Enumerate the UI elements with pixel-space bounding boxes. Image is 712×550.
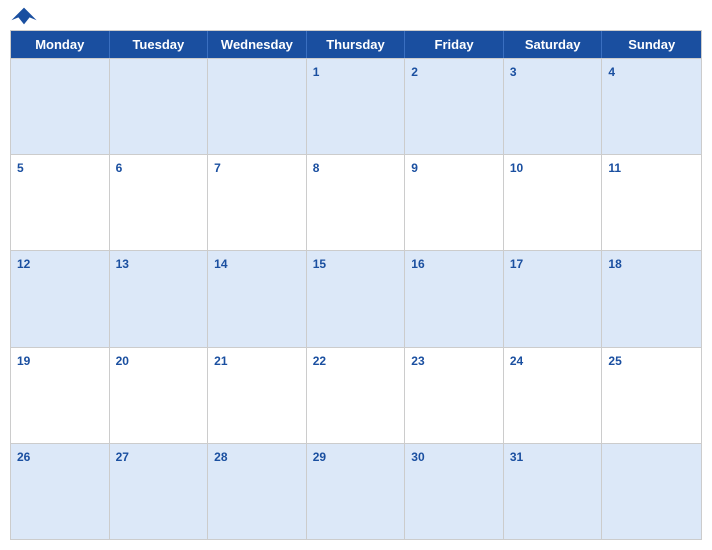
day-number: 6 [116,161,123,175]
day-cell [208,59,307,154]
day-cell: 13 [110,251,209,346]
day-number: 18 [608,257,621,271]
day-cell [110,59,209,154]
day-number: 2 [411,65,418,79]
day-cell: 14 [208,251,307,346]
day-number: 24 [510,354,523,368]
day-number: 4 [608,65,615,79]
day-number: 28 [214,450,227,464]
day-number: 21 [214,354,227,368]
day-number: 20 [116,354,129,368]
day-cell: 8 [307,155,406,250]
day-cell: 20 [110,348,209,443]
day-number: 16 [411,257,424,271]
day-number: 31 [510,450,523,464]
week-row-5: 26 27 28 29 30 31 [11,443,701,539]
week-row-2: 5 6 7 8 9 10 11 [11,154,701,250]
day-cell: 10 [504,155,603,250]
day-cell: 15 [307,251,406,346]
day-cell: 7 [208,155,307,250]
day-cell: 2 [405,59,504,154]
day-cell: 21 [208,348,307,443]
logo-bird-icon [10,6,38,26]
calendar-header [10,10,702,22]
day-cell: 5 [11,155,110,250]
day-number: 8 [313,161,320,175]
day-cell: 25 [602,348,701,443]
day-header-friday: Friday [405,31,504,58]
day-number: 22 [313,354,326,368]
day-cell: 27 [110,444,209,539]
day-header-sunday: Sunday [602,31,701,58]
day-cell: 26 [11,444,110,539]
day-number: 7 [214,161,221,175]
day-cell [602,444,701,539]
logo [10,6,38,26]
day-number: 13 [116,257,129,271]
day-header-monday: Monday [11,31,110,58]
day-number: 27 [116,450,129,464]
day-cell: 28 [208,444,307,539]
day-cell: 17 [504,251,603,346]
day-header-thursday: Thursday [307,31,406,58]
day-cell [11,59,110,154]
weeks-container: 1234567891011121314151617181920212223242… [11,58,701,539]
day-cell: 18 [602,251,701,346]
calendar: MondayTuesdayWednesdayThursdayFridaySatu… [10,30,702,540]
week-row-3: 12 13 14 15 16 17 18 [11,250,701,346]
day-cell: 4 [602,59,701,154]
day-headers-row: MondayTuesdayWednesdayThursdayFridaySatu… [11,31,701,58]
day-number: 10 [510,161,523,175]
day-cell: 9 [405,155,504,250]
week-row-4: 19 20 21 22 23 24 25 [11,347,701,443]
day-cell: 6 [110,155,209,250]
week-row-1: 1 2 3 4 [11,58,701,154]
day-cell: 12 [11,251,110,346]
day-header-saturday: Saturday [504,31,603,58]
day-cell: 31 [504,444,603,539]
day-number: 11 [608,161,621,175]
day-number: 15 [313,257,326,271]
day-number: 17 [510,257,523,271]
day-number: 26 [17,450,30,464]
day-cell: 16 [405,251,504,346]
day-number: 25 [608,354,621,368]
day-number: 29 [313,450,326,464]
day-header-wednesday: Wednesday [208,31,307,58]
day-cell: 19 [11,348,110,443]
day-cell: 11 [602,155,701,250]
day-number: 12 [17,257,30,271]
day-number: 14 [214,257,227,271]
day-number: 30 [411,450,424,464]
day-cell: 23 [405,348,504,443]
day-cell: 24 [504,348,603,443]
day-cell: 22 [307,348,406,443]
day-cell: 30 [405,444,504,539]
day-number: 3 [510,65,517,79]
day-number: 23 [411,354,424,368]
day-number: 9 [411,161,418,175]
day-cell: 1 [307,59,406,154]
day-header-tuesday: Tuesday [110,31,209,58]
day-number: 19 [17,354,30,368]
day-number: 1 [313,65,320,79]
day-cell: 29 [307,444,406,539]
day-cell: 3 [504,59,603,154]
day-number: 5 [17,161,24,175]
